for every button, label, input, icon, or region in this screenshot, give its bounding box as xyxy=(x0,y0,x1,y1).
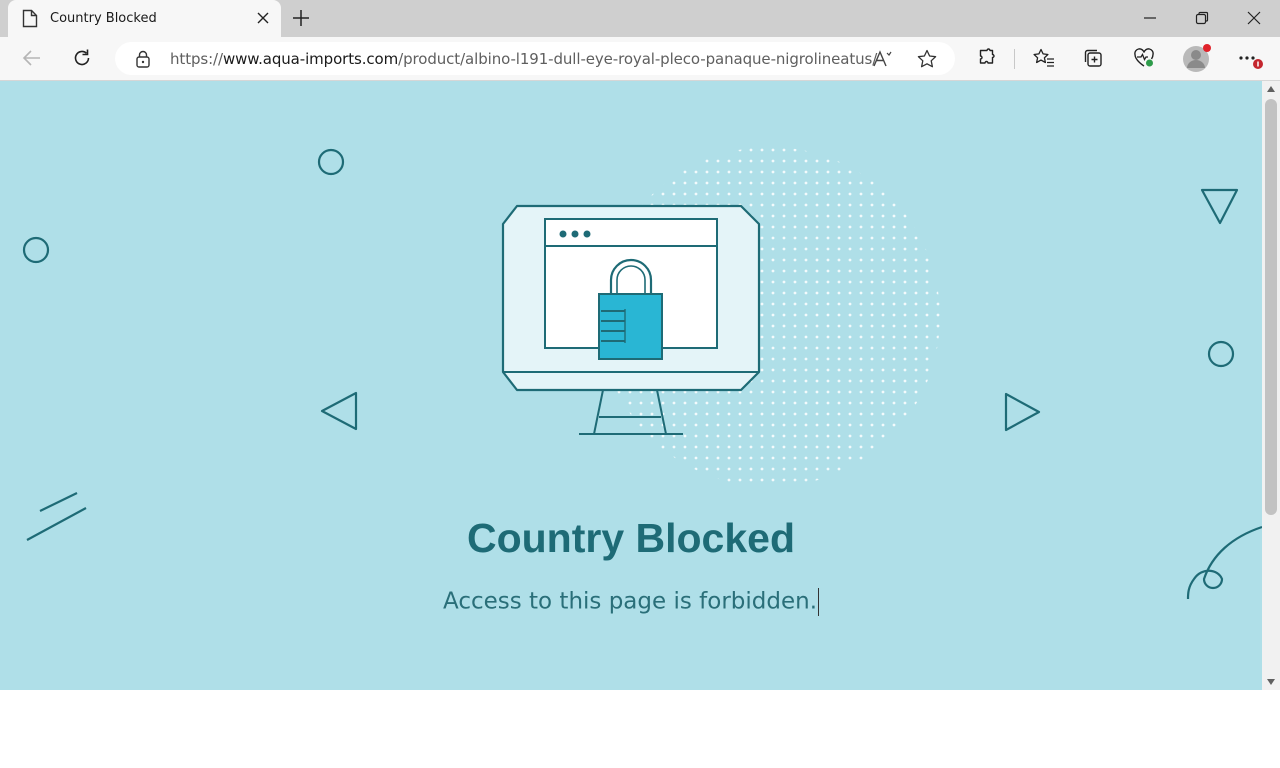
browser-essentials-icon[interactable] xyxy=(1133,48,1155,68)
read-aloud-icon[interactable] xyxy=(872,49,894,69)
triangle-decoration xyxy=(1200,188,1239,225)
refresh-icon[interactable] xyxy=(72,48,92,68)
circle-decoration xyxy=(1207,340,1235,368)
close-tab-icon[interactable] xyxy=(256,11,270,25)
favorites-icon[interactable] xyxy=(1033,48,1055,68)
page-icon xyxy=(22,9,38,28)
circle-decoration xyxy=(22,236,50,264)
extensions-icon[interactable] xyxy=(977,48,997,68)
vertical-scrollbar[interactable] xyxy=(1262,81,1280,690)
restore-icon[interactable] xyxy=(1195,11,1209,25)
tab-country-blocked[interactable]: Country Blocked xyxy=(8,0,281,37)
title-bar: Country Blocked xyxy=(0,0,1280,37)
page-title: Country Blocked xyxy=(466,515,796,561)
url-path: /product/albino-l191-dull-eye-royal-plec… xyxy=(398,50,878,68)
close-window-icon[interactable] xyxy=(1247,11,1261,25)
text-caret xyxy=(818,588,820,616)
lock-icon[interactable] xyxy=(135,50,151,68)
page-viewport: Country Blocked Access to this page is f… xyxy=(0,81,1262,690)
message-text: Access to this page is forbidden. xyxy=(442,588,818,615)
tab-title: Country Blocked xyxy=(50,11,157,26)
forbidden-message: Access to this page is forbidden. xyxy=(0,588,1262,616)
collections-icon[interactable] xyxy=(1083,48,1103,68)
url-text[interactable]: https://www.aqua-imports.com/product/alb… xyxy=(170,50,877,68)
add-favorite-star-icon[interactable] xyxy=(917,49,937,69)
address-bar[interactable]: https://www.aqua-imports.com/product/alb… xyxy=(115,42,955,75)
triangle-decoration xyxy=(320,391,358,431)
back-arrow-icon[interactable] xyxy=(22,48,42,68)
circle-decoration xyxy=(317,148,345,176)
profile-avatar[interactable] xyxy=(1182,43,1212,73)
browser-toolbar: https://www.aqua-imports.com/product/alb… xyxy=(0,37,1280,81)
settings-more-icon[interactable] xyxy=(1238,48,1266,72)
url-prefix: https:// xyxy=(170,50,223,68)
new-tab-icon[interactable] xyxy=(292,9,310,27)
minimize-icon[interactable] xyxy=(1143,11,1157,25)
blank-area xyxy=(0,690,1280,768)
url-host: www.aqua-imports.com xyxy=(222,50,399,68)
toolbar-divider xyxy=(1014,49,1015,69)
scroll-down-arrow-icon[interactable] xyxy=(1266,678,1276,686)
triangle-decoration xyxy=(1004,392,1041,432)
scroll-up-arrow-icon[interactable] xyxy=(1266,85,1276,93)
scrollbar-thumb[interactable] xyxy=(1265,99,1277,515)
